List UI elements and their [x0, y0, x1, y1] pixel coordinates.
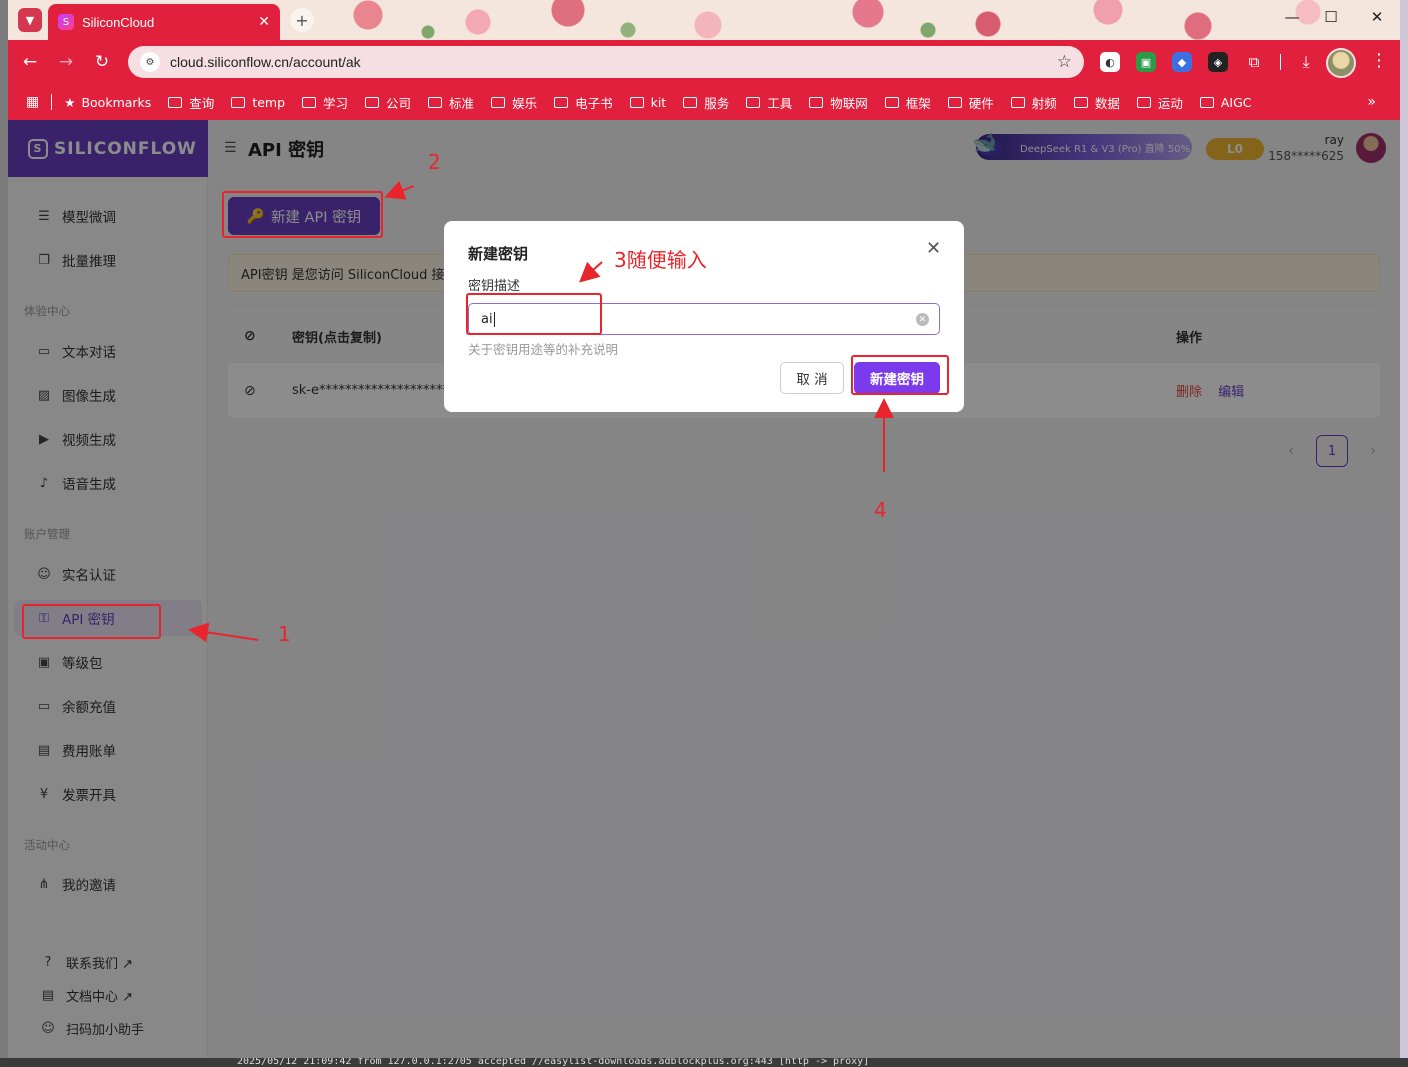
- cancel-button[interactable]: 取 消: [780, 362, 844, 394]
- bookmark-folder[interactable]: 框架: [884, 93, 931, 112]
- folder-icon: [884, 96, 899, 108]
- dialog-close-icon[interactable]: ✕: [926, 238, 941, 259]
- back-icon[interactable]: ←: [18, 50, 42, 74]
- key-description-label: 密钥描述: [468, 279, 521, 294]
- minimize-icon[interactable]: —: [1280, 8, 1304, 26]
- annotation-step-4: 4: [874, 498, 887, 522]
- desktop-taskbar: 2025/05/12 21:09:42 from 127.0.0.1:2705 …: [0, 1058, 1408, 1067]
- bookmarks-divider: [51, 94, 53, 110]
- annotation-box-new-key: [222, 191, 383, 238]
- bookmark-star-icon: ★: [64, 94, 76, 110]
- folder-icon: [683, 96, 698, 108]
- extension-dark-icon[interactable]: ◈: [1208, 52, 1228, 72]
- folder-icon: [1073, 96, 1088, 108]
- bookmark-folder[interactable]: 射频: [1010, 93, 1057, 112]
- bookmark-item[interactable]: ★ Bookmarks: [64, 95, 151, 110]
- annotation-box-api-key: [22, 604, 161, 639]
- dialog-title: 新建密钥: [468, 245, 529, 263]
- browser-toolbar: ← → ↻ ⚙ cloud.siliconflow.cn/account/ak …: [8, 40, 1400, 84]
- folder-icon: [1199, 96, 1214, 108]
- folder-icon: [746, 96, 761, 108]
- tab-search-icon[interactable]: ▼: [18, 8, 42, 32]
- bookmark-folder[interactable]: 物联网: [809, 93, 868, 112]
- folder-icon: [809, 96, 824, 108]
- bookmark-folder[interactable]: 服务: [683, 93, 729, 112]
- folder-icon: [1136, 96, 1151, 108]
- site-info-icon[interactable]: ⚙: [140, 52, 160, 72]
- folder-icon: [554, 96, 569, 108]
- url-text: cloud.siliconflow.cn/account/ak: [170, 54, 361, 70]
- browser-menu-icon[interactable]: ⋮: [1370, 50, 1388, 71]
- bookmark-folder[interactable]: 标准: [428, 93, 474, 112]
- annotation-step-1: 1: [278, 622, 291, 646]
- bookmark-folder[interactable]: 娱乐: [491, 93, 537, 112]
- desktop-left-edge: [0, 0, 8, 1067]
- extension-blue-icon[interactable]: ◆: [1172, 52, 1192, 72]
- tab-close-icon[interactable]: ✕: [258, 14, 270, 30]
- bookmark-folder[interactable]: 学习: [302, 93, 348, 112]
- bookmark-folder[interactable]: temp: [231, 95, 285, 110]
- folder-icon: [1010, 96, 1025, 108]
- bookmarks-more-icon[interactable]: »: [1367, 94, 1376, 110]
- bookmark-folder[interactable]: 电子书: [554, 93, 613, 112]
- bookmark-folder[interactable]: 数据: [1073, 93, 1120, 112]
- window-close-icon[interactable]: ✕: [1365, 8, 1389, 26]
- folder-icon: [491, 96, 506, 108]
- extensions-puzzle-icon[interactable]: ⧉: [1244, 52, 1264, 72]
- browser-window: ▼ S SiliconCloud ✕ + — ☐ ✕ ← → ↻ ⚙ cloud…: [8, 0, 1400, 1058]
- bookmark-folder[interactable]: 硬件: [947, 93, 994, 112]
- annotation-step-3: 3随便输入: [614, 248, 707, 272]
- bookmark-folder[interactable]: 工具: [746, 93, 792, 112]
- folder-icon: [365, 96, 380, 108]
- siliconcloud-favicon-icon: S: [58, 14, 74, 30]
- desktop-background: [1400, 0, 1408, 1067]
- extension-green-icon[interactable]: ▣: [1136, 52, 1156, 72]
- key-description-hint: 关于密钥用途等的补充说明: [468, 342, 619, 357]
- folder-icon: [231, 96, 246, 108]
- folder-icon: [947, 96, 962, 108]
- new-tab-icon[interactable]: +: [290, 8, 314, 32]
- folder-icon: [629, 96, 644, 108]
- download-icon[interactable]: ⤓: [1296, 52, 1316, 72]
- tab-title: SiliconCloud: [82, 14, 155, 30]
- bookmark-folder[interactable]: 公司: [365, 93, 411, 112]
- annotation-box-create: [851, 355, 949, 395]
- bookmark-folder[interactable]: AIGC: [1199, 95, 1252, 110]
- annotation-step-2: 2: [428, 150, 441, 174]
- tab-strip: ▼ S SiliconCloud ✕ + — ☐ ✕: [8, 0, 1400, 40]
- extension-chrome-icon[interactable]: ◐: [1100, 52, 1120, 72]
- bookmark-folder[interactable]: kit: [629, 95, 666, 110]
- annotation-box-input: [466, 293, 602, 335]
- address-bar[interactable]: ⚙ cloud.siliconflow.cn/account/ak ☆: [128, 46, 1084, 78]
- forward-icon[interactable]: →: [54, 50, 78, 74]
- folder-icon: [302, 96, 317, 108]
- toolbar-divider: [1280, 54, 1281, 70]
- tab-active[interactable]: S SiliconCloud ✕: [48, 4, 280, 40]
- reload-icon[interactable]: ↻: [90, 50, 114, 74]
- clear-input-icon[interactable]: ✕: [916, 313, 929, 326]
- profile-avatar[interactable]: [1326, 48, 1356, 78]
- bookmark-folder[interactable]: 运动: [1136, 93, 1183, 112]
- terminal-log-line: 2025/05/12 21:09:42 from 127.0.0.1:2705 …: [237, 1058, 870, 1067]
- bookmark-star-icon[interactable]: ☆: [1057, 52, 1072, 72]
- bookmarks-bar: ▦ ★ Bookmarks 查询 temp 学习 公司 标准 娱乐 电子书 kit…: [8, 84, 1400, 120]
- apps-grid-icon[interactable]: ▦: [26, 94, 39, 110]
- folder-icon: [428, 96, 443, 108]
- maximize-icon[interactable]: ☐: [1319, 8, 1343, 26]
- folder-icon: [168, 96, 183, 108]
- bookmark-folder[interactable]: 查询: [168, 93, 214, 112]
